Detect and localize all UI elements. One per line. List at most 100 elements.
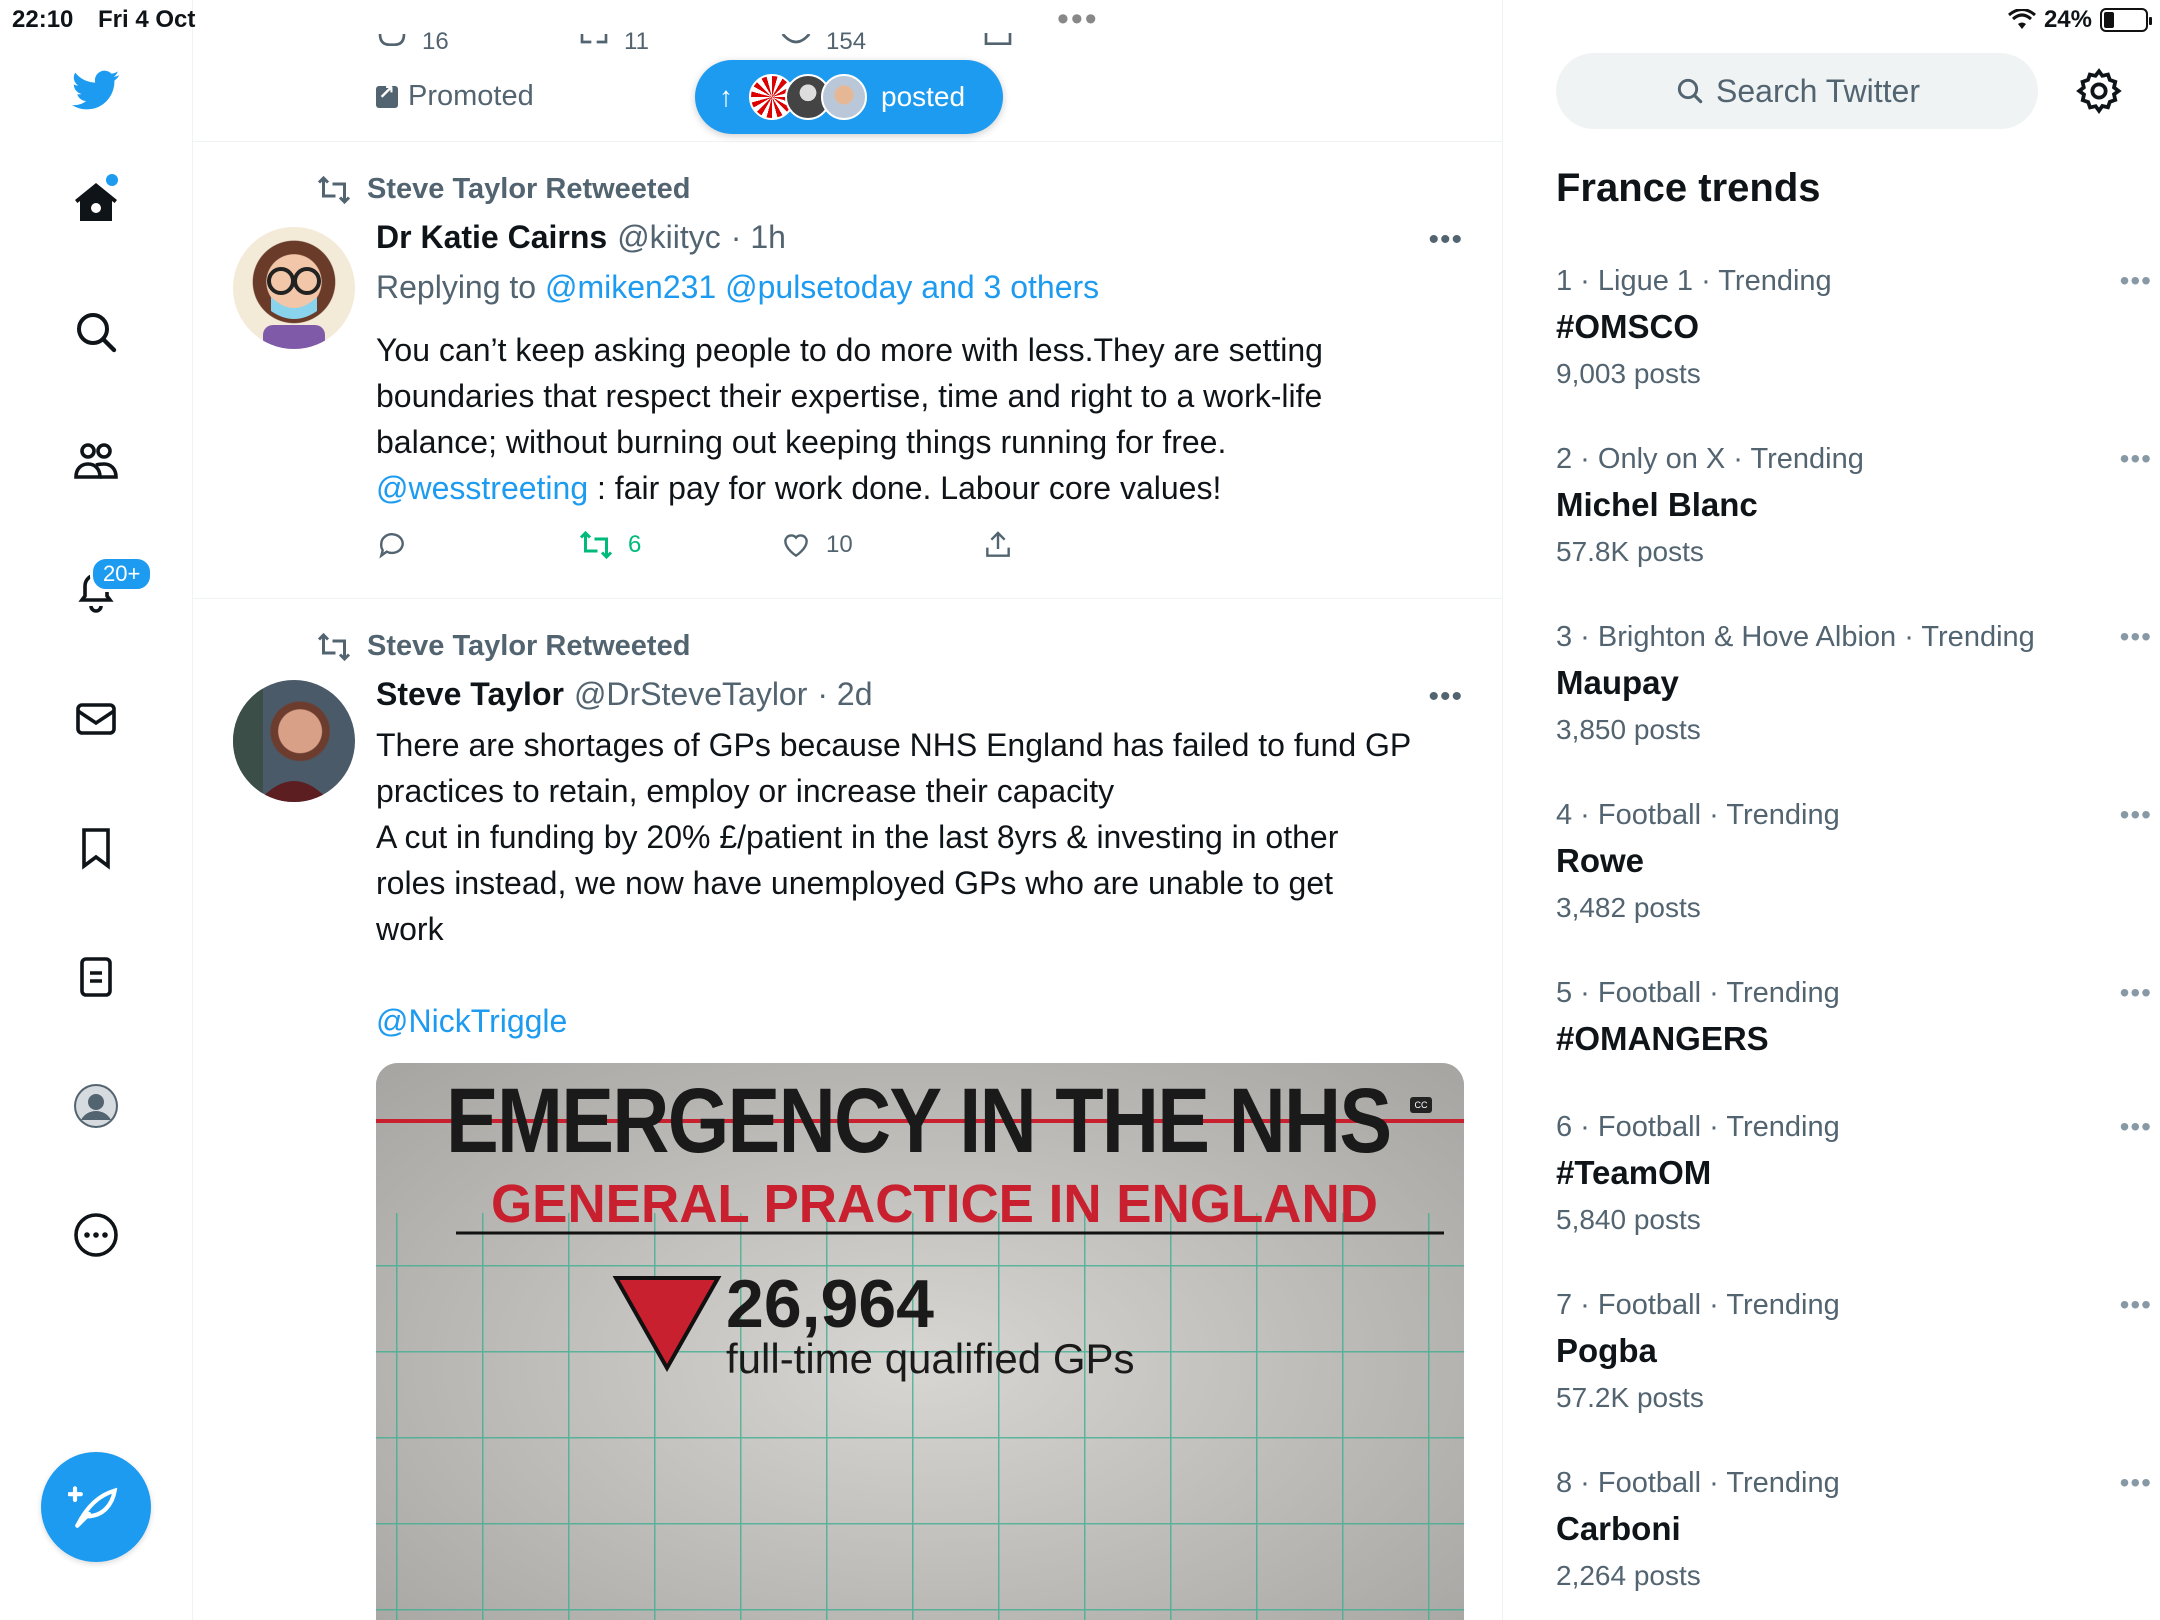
mention-link[interactable]: @wesstreeting xyxy=(376,470,588,506)
trend-more-icon[interactable]: ••• xyxy=(2120,1289,2152,1321)
like-button[interactable]: 10 xyxy=(780,529,982,561)
trend-count: 3,482 posts xyxy=(1556,892,1701,923)
tweet-header: Dr Katie Cairns @kiityc · 1h xyxy=(376,219,786,256)
promoted-text: Promoted xyxy=(408,80,534,112)
more-options-icon[interactable]: ••• xyxy=(1428,223,1463,257)
tweet-text-line: work xyxy=(376,911,444,947)
media-figure-label: full-time qualified GPs xyxy=(726,1335,1135,1382)
author-avatar[interactable] xyxy=(233,680,355,802)
battery-percent: 24% xyxy=(2043,6,2092,33)
trend-more-icon[interactable]: ••• xyxy=(2120,1467,2152,1499)
retweet-button[interactable]: 6 xyxy=(578,529,780,561)
trend-count: 3,850 posts xyxy=(1556,714,1701,745)
trend-name: Maupay xyxy=(1556,664,1679,701)
lists-icon[interactable] xyxy=(61,942,131,1012)
author-name[interactable]: Dr Katie Cairns xyxy=(376,219,607,256)
twitter-logo-icon[interactable] xyxy=(61,55,131,125)
retweet-count: 6 xyxy=(628,531,642,558)
trend-count: 9,003 posts xyxy=(1556,358,1701,389)
trend-meta: 6 · Football · Trending xyxy=(1556,1111,1840,1143)
pill-avatar xyxy=(821,74,867,120)
search-icon xyxy=(1677,78,1703,104)
tweet-time[interactable]: · 2d xyxy=(817,676,872,713)
notifications-badge: 20+ xyxy=(90,556,154,592)
tweet-text-line: You can’t keep asking people to do more … xyxy=(376,332,1323,368)
trend-more-icon[interactable]: ••• xyxy=(2120,977,2152,1009)
retweet-icon xyxy=(579,530,613,560)
media-figure: 26,964 xyxy=(726,1266,934,1342)
trend-count: 57.8K posts xyxy=(1556,536,1704,567)
replying-to-link[interactable]: @miken231 @pulsetoday and 3 others xyxy=(545,269,1099,305)
home-unread-dot xyxy=(106,174,118,186)
tweet-text-line: boundaries that respect their expertise,… xyxy=(376,378,1323,414)
author-handle[interactable]: @kiityc xyxy=(617,219,721,256)
heart-icon xyxy=(784,534,808,558)
media-headline: EMERGENCY IN THE NHS xyxy=(446,1070,1392,1172)
bookmarks-icon[interactable] xyxy=(61,813,131,883)
tweet-text-line: A cut in funding by 20% £/patient in the… xyxy=(376,819,1339,855)
tweet-text-line: There are shortages of GPs because NHS E… xyxy=(376,727,1412,763)
mention-link[interactable]: @NickTriggle xyxy=(376,1003,567,1039)
trend-count: 2,264 posts xyxy=(1556,1560,1701,1591)
trend-item[interactable]: 1 · Ligue 1 · Trending #OMSCO 9,003 post… xyxy=(1556,265,2151,390)
trend-meta: 2 · Only on X · Trending xyxy=(1556,443,1864,475)
communities-icon[interactable] xyxy=(61,426,131,496)
search-icon[interactable] xyxy=(61,297,131,367)
trend-count: 5,840 posts xyxy=(1556,1204,1701,1235)
trend-more-icon[interactable]: ••• xyxy=(2120,799,2152,831)
retweeted-by-text: Steve Taylor Retweeted xyxy=(367,173,691,205)
trend-more-icon[interactable]: ••• xyxy=(2120,443,2152,475)
status-right: 24% xyxy=(2007,6,2152,34)
trend-meta: 1 · Ligue 1 · Trending xyxy=(1556,265,1832,297)
profile-avatar-icon[interactable] xyxy=(61,1071,131,1141)
timeline: 16 11 154 Promoted ↑ posted xyxy=(193,0,1503,1620)
trend-item[interactable]: 5 · Football · Trending #OMANGERS ••• xyxy=(1556,977,2151,1058)
tweet-media-video[interactable]: EMERGENCY IN THE NHS GENERAL PRACTICE IN… xyxy=(376,1063,1464,1620)
trend-name: Michel Blanc xyxy=(1556,486,1758,523)
search-input[interactable]: Search Twitter xyxy=(1556,53,2038,129)
new-posts-pill[interactable]: ↑ posted xyxy=(695,60,1003,134)
trend-item[interactable]: 7 · Football · Trending Pogba 57.2K post… xyxy=(1556,1289,2151,1414)
more-options-icon[interactable]: ••• xyxy=(1428,680,1463,714)
trend-more-icon[interactable]: ••• xyxy=(2120,621,2152,653)
messages-icon[interactable] xyxy=(61,684,131,754)
share-button[interactable] xyxy=(982,529,1184,561)
trend-item[interactable]: 6 · Football · Trending #TeamOM 5,840 po… xyxy=(1556,1111,2151,1236)
trend-more-icon[interactable]: ••• xyxy=(2120,1111,2152,1143)
trend-more-icon[interactable]: ••• xyxy=(2120,265,2152,297)
reply-button[interactable] xyxy=(376,529,578,561)
multitasking-dots-icon[interactable]: ••• xyxy=(1057,0,1099,39)
trend-name: Rowe xyxy=(1556,842,1645,879)
tweet-text-line: practices to retain, employ or increase … xyxy=(376,773,1115,809)
trend-name: #TeamOM xyxy=(1556,1154,1712,1191)
settings-gear-icon[interactable] xyxy=(2074,66,2124,116)
author-name[interactable]: Steve Taylor xyxy=(376,676,564,713)
share-icon xyxy=(986,531,1010,557)
retweeted-by: Steve Taylor Retweeted xyxy=(315,173,690,206)
promoted-icon xyxy=(376,80,398,108)
search-placeholder: Search Twitter xyxy=(1716,72,1920,109)
posted-label: posted xyxy=(881,81,966,112)
home-icon[interactable] xyxy=(61,168,131,238)
tweet-text-line: @wesstreeting : fair pay for work done. … xyxy=(376,465,1466,511)
retweeted-by-text: Steve Taylor Retweeted xyxy=(367,630,691,662)
like-count: 10 xyxy=(826,531,853,558)
right-sidebar: Search Twitter France trends 1 · Ligue 1… xyxy=(1504,0,2160,1620)
trends-title: France trends xyxy=(1556,166,1821,210)
reply-icon xyxy=(379,533,404,559)
author-avatar[interactable] xyxy=(233,227,355,349)
trend-item[interactable]: 3 · Brighton & Hove Albion · Trending Ma… xyxy=(1556,621,2151,746)
more-circle-icon[interactable] xyxy=(61,1200,131,1270)
trend-item[interactable]: 2 · Only on X · Trending Michel Blanc 57… xyxy=(1556,443,2151,568)
media-subheadline: GENERAL PRACTICE IN ENGLAND xyxy=(491,1174,1378,1234)
tweet[interactable]: Steve Taylor Retweeted Dr Katie Cairns @… xyxy=(193,143,1502,599)
tweet-time[interactable]: · 1h xyxy=(731,219,786,256)
author-handle[interactable]: @DrSteveTaylor xyxy=(574,676,807,713)
compose-tweet-button[interactable] xyxy=(41,1452,151,1562)
tweet[interactable]: Steve Taylor Retweeted Steve Taylor @DrS… xyxy=(193,600,1502,1620)
replying-prefix: Replying to xyxy=(376,269,537,305)
trend-item[interactable]: 8 · Football · Trending Carboni 2,264 po… xyxy=(1556,1467,2151,1592)
tweet-header: Steve Taylor @DrSteveTaylor · 2d xyxy=(376,676,873,713)
trend-item[interactable]: 4 · Football · Trending Rowe 3,482 posts… xyxy=(1556,799,2151,924)
closed-captions-icon[interactable]: CC xyxy=(1410,1097,1432,1113)
